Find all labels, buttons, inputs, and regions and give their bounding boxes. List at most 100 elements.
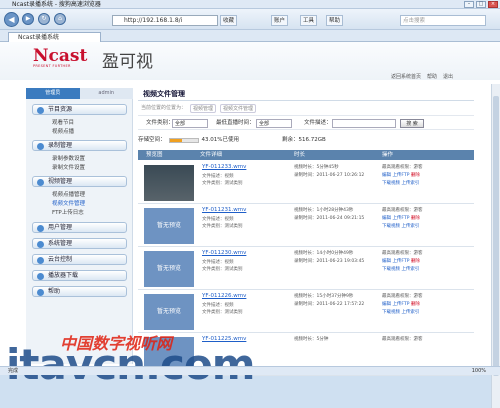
file-description: 文件描述：视频 bbox=[202, 174, 234, 179]
file-description: 文件描述：视频 bbox=[202, 303, 234, 308]
back-button[interactable]: ◀ bbox=[4, 12, 19, 27]
delete-link[interactable]: 删除 bbox=[411, 302, 420, 307]
edit-link[interactable]: 编辑 bbox=[382, 173, 391, 178]
delete-link[interactable]: 删除 bbox=[411, 259, 420, 264]
tab-strip: Ncast录播系统 bbox=[0, 30, 500, 42]
video-thumbnail[interactable]: 暂无预览 bbox=[144, 208, 194, 244]
upload-ftp-link[interactable]: 上传FTP bbox=[392, 302, 409, 307]
storage-bar bbox=[168, 138, 199, 143]
scrollbar[interactable] bbox=[491, 84, 500, 408]
menu-item-vod[interactable]: 视频点播 bbox=[52, 127, 74, 135]
menu-item-record-files[interactable]: 录制文件设置 bbox=[52, 163, 85, 171]
help-menu[interactable]: 帮助 bbox=[326, 15, 344, 26]
file-category: 文件类别：测试类别 bbox=[202, 224, 243, 229]
browser-toolbar: ◀ ▶ ↻ ⌂ http://192.168.1.8/i 收藏 账户 工具 帮助… bbox=[0, 9, 500, 30]
download-video-link[interactable]: 下载视频 bbox=[382, 310, 400, 315]
search-button[interactable]: 搜 索 bbox=[400, 119, 424, 128]
page-viewport: Ncast PRESENT FURTHER 盈可视 返回系统首页 帮助 退出 管… bbox=[0, 42, 500, 408]
edit-link[interactable]: 编辑 bbox=[382, 302, 391, 307]
upload-index-link[interactable]: 上传索引 bbox=[401, 224, 419, 229]
status-text: 完成 bbox=[8, 368, 19, 374]
forward-button[interactable]: ▶ bbox=[22, 13, 34, 25]
menu-item-watch[interactable]: 观看节目 bbox=[52, 118, 74, 126]
sidebar-tab-user[interactable]: admin bbox=[79, 88, 133, 99]
logo-cn: 盈可视 bbox=[102, 52, 153, 72]
file-name-link[interactable]: YF-011231.wmv bbox=[202, 207, 246, 213]
upload-index-link[interactable]: 上传索引 bbox=[401, 181, 419, 186]
header-links: 返回系统首页 帮助 退出 bbox=[391, 73, 453, 80]
breadcrumb-video[interactable]: 视频管理 bbox=[190, 104, 217, 113]
delete-link[interactable]: 删除 bbox=[411, 173, 420, 178]
menu-users[interactable]: 用户管理 bbox=[32, 222, 127, 233]
recorded-time: 录制时间：2011-06-27 10:26:12 bbox=[294, 173, 365, 178]
folder-icon bbox=[37, 107, 44, 114]
logout-link[interactable]: 退出 bbox=[443, 73, 453, 80]
search-input[interactable]: 点击搜索 bbox=[400, 15, 486, 26]
menu-item-ftp-log[interactable]: FTP上传日志 bbox=[52, 208, 84, 216]
menu-recording[interactable]: 录制管理 bbox=[32, 140, 127, 151]
home-icon[interactable]: ⌂ bbox=[54, 13, 66, 25]
duration: 视频时长：14小时0分钟49秒 bbox=[294, 251, 354, 256]
menu-item-vod-manage[interactable]: 视频点播管理 bbox=[52, 190, 85, 198]
home-link[interactable]: 返回系统首页 bbox=[391, 73, 421, 80]
download-video-link[interactable]: 下载视频 bbox=[382, 224, 400, 229]
menu-help[interactable]: 帮助 bbox=[32, 286, 127, 297]
account-menu[interactable]: 账户 bbox=[271, 15, 289, 26]
table-row: YF-011233.wmv 文件描述：视频 文件类别：测试类别 视频时长：5分钟45秒… bbox=[138, 162, 474, 204]
menu-video[interactable]: 视频管理 bbox=[32, 176, 127, 187]
file-name-link[interactable]: YF-011230.wmv bbox=[202, 250, 246, 256]
file-category: 文件类别：测试类别 bbox=[202, 267, 243, 272]
type-select[interactable]: 全部 bbox=[172, 119, 208, 128]
upload-ftp-link[interactable]: 上传FTP bbox=[392, 259, 409, 264]
status-bar: 完成 100% bbox=[0, 366, 500, 375]
download-video-link[interactable]: 下载视频 bbox=[382, 181, 400, 186]
permission: 最高观看权限：游客 bbox=[382, 294, 423, 299]
permission: 最高观看权限：游客 bbox=[382, 208, 423, 213]
address-bar[interactable]: http://192.168.1.8/i bbox=[112, 15, 218, 26]
close-button[interactable]: × bbox=[488, 1, 498, 8]
menu-programs[interactable]: 节目资源 bbox=[32, 104, 127, 115]
recorded-time: 录制时间：2011-06-24 09:21:15 bbox=[294, 216, 365, 221]
upload-index-link[interactable]: 上传索引 bbox=[401, 267, 419, 272]
download-video-link[interactable]: 下载视频 bbox=[382, 267, 400, 272]
file-description: 文件描述：视频 bbox=[202, 217, 234, 222]
main-content: 视频文件管理 当前位置的位置为： 视频管理 视频文件管理 文件类别： 全部 最低… bbox=[138, 88, 474, 376]
upload-ftp-link[interactable]: 上传FTP bbox=[392, 216, 409, 221]
permission: 最高观看权限：游客 bbox=[382, 251, 423, 256]
video-thumbnail[interactable] bbox=[144, 165, 194, 201]
zoom-level[interactable]: 100% bbox=[472, 367, 486, 375]
refresh-button[interactable]: ↻ bbox=[38, 13, 50, 25]
edit-link[interactable]: 编辑 bbox=[382, 216, 391, 221]
tab-ncast[interactable]: Ncast录播系统 bbox=[8, 32, 101, 42]
menu-system[interactable]: 系统管理 bbox=[32, 238, 127, 249]
file-category: 文件类别：测试类别 bbox=[202, 310, 243, 315]
favorites-button[interactable]: 收藏 bbox=[220, 15, 238, 26]
minimize-button[interactable]: – bbox=[464, 1, 474, 8]
help-link[interactable]: 帮助 bbox=[427, 73, 437, 80]
recorded-time: 录制时间：2011-06-22 17:57:22 bbox=[294, 302, 365, 307]
sidebar-tabs: 管理员 admin bbox=[26, 88, 133, 99]
scrollbar-thumb[interactable] bbox=[493, 96, 499, 376]
menu-item-record-params[interactable]: 录制参数设置 bbox=[52, 154, 85, 162]
upload-index-link[interactable]: 上传索引 bbox=[401, 310, 419, 315]
menu-player-download[interactable]: 播放器下载 bbox=[32, 270, 127, 281]
help-icon bbox=[37, 289, 44, 296]
upload-ftp-link[interactable]: 上传FTP bbox=[392, 173, 409, 178]
maximize-button[interactable]: □ bbox=[476, 1, 486, 8]
file-description: 文件描述：视频 bbox=[202, 260, 234, 265]
edit-link[interactable]: 编辑 bbox=[382, 259, 391, 264]
period-select[interactable]: 全部 bbox=[256, 119, 292, 128]
video-thumbnail[interactable]: 暂无预览 bbox=[144, 294, 194, 330]
delete-link[interactable]: 删除 bbox=[411, 216, 420, 221]
file-name-link[interactable]: YF-011233.wmv bbox=[202, 164, 246, 170]
sidebar-tab-role[interactable]: 管理员 bbox=[26, 88, 80, 99]
file-name-link[interactable]: YF-011226.wmv bbox=[202, 293, 246, 299]
menu-ptz[interactable]: 云台控制 bbox=[32, 254, 127, 265]
video-thumbnail[interactable]: 暂无预览 bbox=[144, 251, 194, 287]
breadcrumb-files[interactable]: 视频文件管理 bbox=[220, 104, 257, 113]
description-input[interactable] bbox=[332, 119, 396, 128]
window-title: Ncast录播系统 - 搜狗高速浏览器 bbox=[12, 1, 101, 8]
sidebar: 管理员 admin 节目资源 观看节目 视频点播 录制管理 录制参数设置 录制文… bbox=[26, 88, 133, 364]
menu-item-file-manage[interactable]: 视频文件管理 bbox=[52, 199, 85, 207]
tools-menu[interactable]: 工具 bbox=[300, 15, 318, 26]
